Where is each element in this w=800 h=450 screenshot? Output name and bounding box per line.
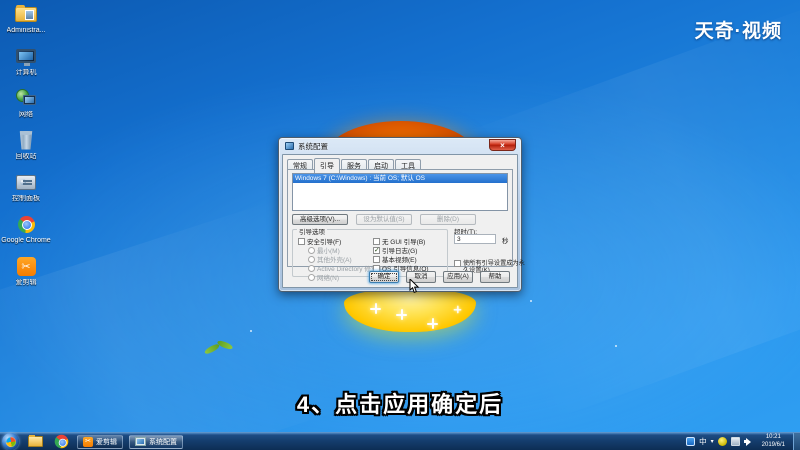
wallpaper-dot [250,330,252,332]
wallpaper-sparkle [370,303,381,314]
show-desktop-button[interactable] [793,432,800,450]
scissors-app-icon: ✂ [13,254,39,278]
tray-caret-icon[interactable]: ▾ [711,438,714,445]
leaf-shape [216,338,234,352]
ime-tray-icon[interactable] [686,437,696,446]
dialog-title: 系统配置 [298,141,328,151]
checkbox-box[interactable] [298,237,305,245]
checkbox-box-checked[interactable]: ✓ [373,246,380,254]
desktop-icon-network[interactable]: 网络 [0,86,52,128]
msconfig-icon [285,142,294,150]
user-folder-icon [13,2,39,26]
wallpaper-dot [530,300,532,302]
timeout-unit-label: 秒 [502,238,509,245]
control-panel-icon [13,170,39,194]
computer-icon [13,44,39,68]
timeout-input[interactable] [454,234,496,244]
icon-label: Administra... [6,27,46,34]
wallpaper-green-sprout [203,338,238,364]
desktop-icon-administrator[interactable]: Administra... [0,2,52,44]
explorer-taskbar-button[interactable] [25,434,45,450]
delete-button[interactable]: 删除(D) [420,214,476,225]
dialog-footer: 确定 取消 应用(A) 帮助 [283,271,510,284]
wallpaper-sparkle [453,305,462,314]
video-subtitle: 4、点击应用确定后 [296,392,504,417]
chrome-icon [54,434,68,449]
boot-options-group: 引导选项 安全引导(F) 最小(M) 其他外壳(A) Active Direct… [292,226,448,282]
desktop-icon-computer[interactable]: 计算机 [0,44,52,86]
radio-circle[interactable] [308,255,315,263]
chrome-taskbar-button[interactable] [51,434,71,450]
boot-list-buttons: 高级选项(V)... 设为默认值(S) 删除(D) [292,214,476,225]
radio-circle[interactable] [308,246,315,254]
windows-logo-icon [4,435,17,448]
task-button-system-configuration[interactable]: 系统配置 [129,434,183,449]
ok-button[interactable]: 确定 [369,271,399,283]
desktop-icon-aijianji[interactable]: ✂ 爱剪辑 [0,254,52,296]
network-icon [13,86,39,110]
folder-icon [27,435,43,447]
checkbox-box[interactable] [454,260,461,267]
channel-watermark: 天奇·视频 [694,21,782,42]
network-tray-icon[interactable] [730,437,740,446]
group-label: 引导选项 [297,226,327,236]
desktop-icon-control-panel[interactable]: 控制面板 [0,170,52,212]
boot-entry-selected[interactable]: Windows 7 (C:\Windows) : 当前 OS; 默认 OS [293,174,507,183]
clock-time: 10:21 [765,433,781,440]
close-button[interactable]: × [489,139,516,151]
apply-button[interactable]: 应用(A) [443,271,473,283]
tab-boot[interactable]: 引导 [314,158,340,173]
desktop-icon-recycle-bin[interactable]: 回收站 [0,128,52,170]
checkbox-box[interactable] [373,255,380,263]
icon-label: 爱剪辑 [15,279,37,286]
boot-entries-listbox[interactable]: Windows 7 (C:\Windows) : 当前 OS; 默认 OS [292,173,508,211]
scissors-app-icon: ✂ [83,436,93,447]
taskbar-clock[interactable]: 10:21 2019/6/1 [758,434,789,450]
system-configuration-dialog: 系统配置 × 常规 引导 服务 启动 工具 Windows 7 (C:\Wind… [278,137,525,292]
system-tray: 中 ▾ 10:21 2019/6/1 [686,432,800,450]
wallpaper-sparkle [396,309,407,320]
checkbox-box[interactable] [373,237,380,245]
icon-label: 回收站 [15,153,37,160]
task-button-aijianji[interactable]: ✂ 爱剪辑 [77,434,123,449]
clock-date: 2019/6/1 [761,441,785,448]
wallpaper-dot [615,345,617,347]
wallpaper-sparkle [427,318,438,329]
task-label: 爱剪辑 [96,438,117,446]
advanced-options-button[interactable]: 高级选项(V)... [292,214,348,225]
taskbar: ✂ 爱剪辑 系统配置 中 ▾ 10:21 2019/6/1 [0,432,800,450]
icon-label: Google Chrome [1,237,51,244]
msconfig-icon [135,437,146,446]
dialog-client-area: 常规 引导 服务 启动 工具 Windows 7 (C:\Windows) : … [282,154,525,288]
icon-label: 网络 [19,111,33,118]
set-as-default-button[interactable]: 设为默认值(S) [356,214,412,225]
mouse-cursor [409,279,420,294]
icon-label: 控制面板 [12,195,40,202]
boot-tab-panel: Windows 7 (C:\Windows) : 当前 OS; 默认 OS 高级… [287,169,525,282]
help-button[interactable]: 帮助 [480,271,510,283]
icon-label: 计算机 [15,69,37,76]
chrome-icon [13,212,39,236]
dialog-titlebar[interactable]: 系统配置 [279,138,521,154]
volume-tray-icon[interactable] [743,437,754,446]
antivirus-tray-icon[interactable] [717,437,727,446]
recycle-bin-icon [13,128,39,152]
desktop-icon-google-chrome[interactable]: Google Chrome [0,212,52,254]
ime-language-indicator[interactable]: 中 [699,436,707,447]
start-button[interactable] [2,433,19,450]
desktop-icon-list: Administra... 计算机 网络 回收站 控制面板 Google Chr… [0,2,52,296]
task-label: 系统配置 [149,438,177,446]
